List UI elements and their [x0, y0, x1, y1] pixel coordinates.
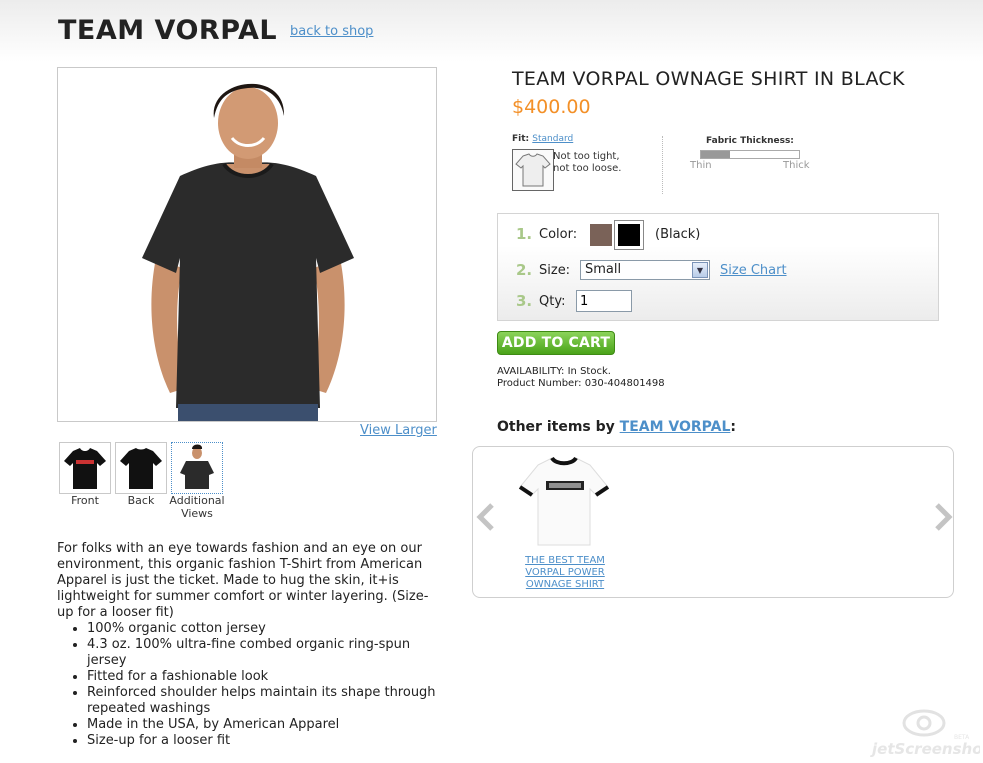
description-text: For folks with an eye towards fashion an…	[57, 541, 429, 620]
step-1-number: 1.	[516, 225, 533, 243]
model-thumbnail-icon	[180, 444, 214, 489]
fabric-thickness-fill	[701, 151, 731, 158]
color-swatch-brown[interactable]	[590, 224, 612, 246]
chevron-down-icon[interactable]: ▼	[692, 262, 708, 278]
fit-label: Fit:	[512, 134, 530, 144]
thumbnail-back-label: Back	[127, 494, 155, 507]
other-item-link[interactable]: THE BEST TEAM VORPAL POWER OWNAGE SHIRT	[514, 555, 616, 591]
thumbnail-back[interactable]	[115, 442, 167, 494]
fit-shirt-icon	[512, 149, 554, 191]
shop-brand-title: TEAM VORPAL	[58, 15, 278, 46]
product-number: Product Number: 030-404801498	[497, 378, 665, 389]
feature-item: Made in the USA, by American Apparel	[87, 717, 442, 733]
feature-list: 100% organic cotton jersey 4.3 oz. 100% …	[87, 621, 442, 749]
thumbnail-additional-label: Additional Views	[169, 494, 225, 520]
feature-item: 100% organic cotton jersey	[87, 621, 442, 637]
size-select[interactable]: Small ▼	[580, 260, 710, 280]
thumbnail-additional-views[interactable]	[171, 442, 223, 494]
quantity-input[interactable]	[576, 290, 632, 312]
step-3-number: 3.	[516, 292, 533, 310]
product-price: $400.00	[512, 96, 591, 118]
fabric-thickness-meter	[700, 150, 800, 159]
tshirt-back-icon	[120, 448, 162, 489]
feature-item: 4.3 oz. 100% ultra-fine combed organic r…	[87, 637, 442, 669]
chevron-left-icon	[476, 503, 494, 531]
carousel-prev-arrow[interactable]	[476, 503, 496, 535]
brand-store-link[interactable]: TEAM VORPAL	[620, 419, 731, 435]
size-chart-link[interactable]: Size Chart	[720, 263, 787, 278]
other-items-prefix: Other items by	[497, 419, 615, 435]
screenshot-watermark: jetScreenshot BETA	[868, 706, 983, 758]
thumbnail-front-label: Front	[71, 494, 99, 507]
other-items-heading: Other items by TEAM VORPAL:	[497, 419, 736, 435]
fit-divider	[662, 136, 663, 194]
availability-info: AVAILABILITY: In Stock. Product Number: …	[497, 366, 665, 390]
other-items-suffix: :	[730, 419, 737, 435]
view-larger-link[interactable]: View Larger	[360, 423, 437, 438]
thumbnail-front[interactable]	[59, 442, 111, 494]
fit-info: Fit: Standard	[512, 134, 573, 144]
thin-label: Thin	[690, 160, 712, 171]
ringer-tshirt-icon	[518, 456, 610, 546]
jetscreenshot-logo-icon: jetScreenshot BETA	[870, 709, 983, 758]
model-photo	[58, 68, 436, 421]
fit-description: Not too tight, not too loose.	[553, 151, 622, 174]
availability-status: AVAILABILITY: In Stock.	[497, 366, 611, 377]
size-selected-value: Small	[585, 262, 622, 277]
fabric-thickness-label: Fabric Thickness:	[706, 136, 794, 146]
product-description: For folks with an eye towards fashion an…	[57, 541, 442, 749]
feature-item: Size-up for a looser fit	[87, 733, 442, 749]
step-2-number: 2.	[516, 261, 533, 279]
tshirt-front-icon	[64, 448, 106, 489]
carousel-next-arrow[interactable]	[933, 503, 953, 535]
chevron-right-icon	[935, 503, 953, 531]
color-label: Color:	[539, 227, 578, 242]
color-swatch-black[interactable]	[614, 220, 644, 250]
feature-item: Reinforced shoulder helps maintain its s…	[87, 685, 442, 717]
thick-label: Thick	[783, 160, 810, 171]
fit-standard-link[interactable]: Standard	[532, 134, 573, 144]
product-title: TEAM VORPAL OWNAGE SHIRT IN BLACK	[512, 68, 905, 90]
color-value: (Black)	[655, 227, 701, 242]
size-label: Size:	[539, 263, 571, 278]
qty-label: Qty:	[539, 294, 566, 309]
feature-item: Fitted for a fashionable look	[87, 669, 442, 685]
add-to-cart-button[interactable]: ADD TO CART	[497, 331, 615, 355]
watermark-beta: BETA	[954, 734, 970, 741]
main-product-image[interactable]	[57, 67, 437, 422]
watermark-brand: jetScreenshot	[870, 740, 980, 758]
back-to-shop-link[interactable]: back to shop	[290, 24, 373, 39]
other-item-image[interactable]	[518, 453, 610, 548]
